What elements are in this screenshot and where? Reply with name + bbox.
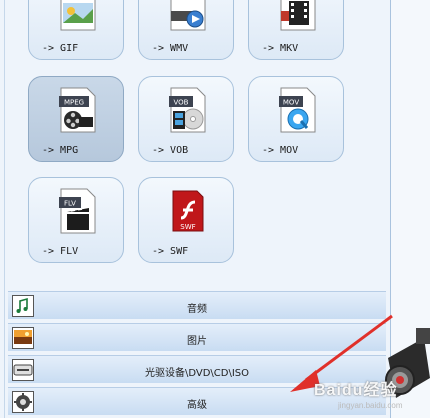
tile-label: -> MKV <box>262 43 299 54</box>
tile-label: -> WMV <box>152 43 189 54</box>
badge-text: VOB <box>174 99 189 107</box>
convert-to-mkv-tile[interactable]: -> MKV <box>248 0 344 60</box>
convert-to-flv-tile[interactable]: FLV -> FLV <box>28 177 124 263</box>
badge-text: FLV <box>64 200 76 208</box>
gif-file-icon <box>60 0 96 31</box>
mkv-file-icon <box>280 0 316 31</box>
convert-to-wmv-tile[interactable]: -> WMV <box>138 0 234 60</box>
badge-text: MOV <box>283 99 299 107</box>
convert-to-gif-tile[interactable]: -> GIF <box>28 0 124 60</box>
vob-file-icon: VOB <box>169 87 206 133</box>
badge-text: MPEG <box>64 99 84 107</box>
format-grid: -> GIF -> WMV -> MKV MPEG -> MPG VOB -> … <box>0 0 390 285</box>
convert-to-swf-tile[interactable]: SWF -> SWF <box>138 177 234 263</box>
convert-to-vob-tile[interactable]: VOB -> VOB <box>138 76 234 162</box>
tile-label: -> SWF <box>152 246 189 257</box>
badge-text: SWF <box>180 223 195 231</box>
convert-to-mov-tile[interactable]: MOV -> MOV <box>248 76 344 162</box>
mpeg-file-icon: MPEG <box>59 87 96 133</box>
flv-file-icon: FLV <box>59 188 96 234</box>
wmv-file-icon <box>170 0 206 31</box>
tile-label: -> MPG <box>42 145 79 156</box>
tile-label: -> VOB <box>152 145 189 156</box>
tile-label: -> GIF <box>42 43 79 54</box>
tile-label: -> MOV <box>262 145 299 156</box>
watermark: Baidu经验 <box>314 382 398 399</box>
convert-to-mpg-tile[interactable]: MPEG -> MPG <box>28 76 124 162</box>
watermark-sub: jingyan.baidu.com <box>338 401 403 410</box>
swf-file-icon: SWF <box>172 190 204 232</box>
mov-file-icon: MOV <box>279 87 316 133</box>
tile-label: -> FLV <box>42 246 79 257</box>
